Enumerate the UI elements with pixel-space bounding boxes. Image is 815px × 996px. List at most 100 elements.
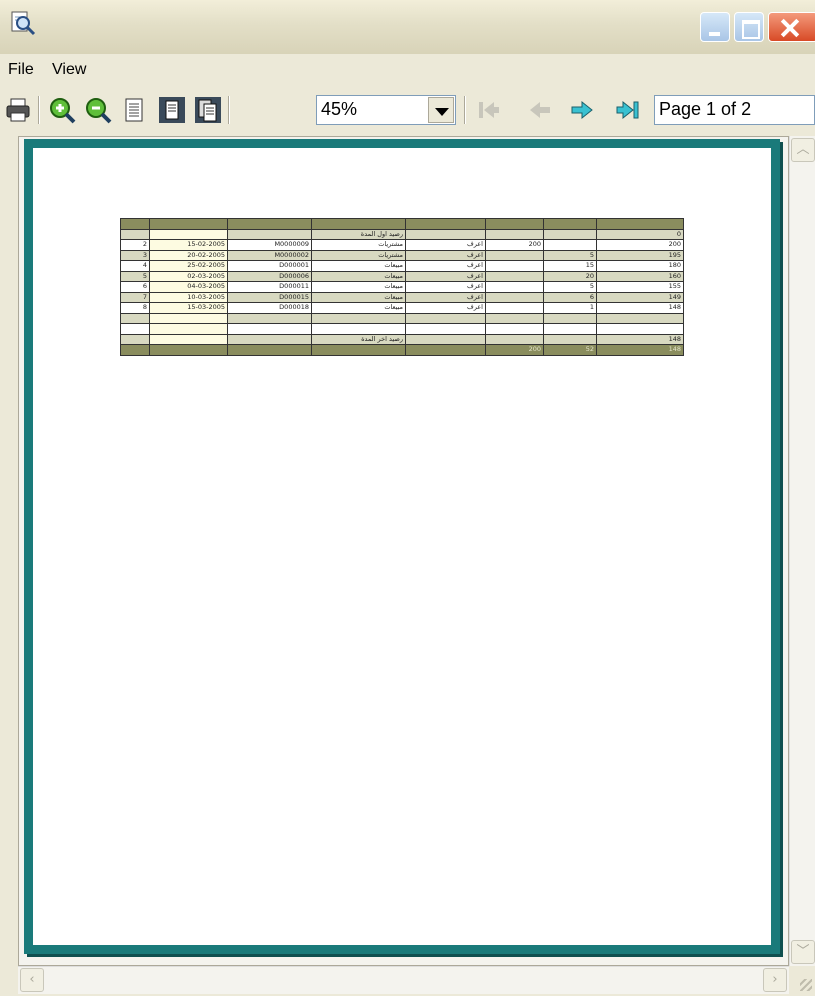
table-cell — [485, 302, 544, 314]
table-cell: 3 — [120, 249, 150, 261]
table-cell — [596, 323, 684, 335]
table-cell — [120, 312, 150, 324]
last-page-icon[interactable] — [614, 96, 642, 124]
table-cell: اعرف — [405, 291, 486, 303]
table-cell: مبيعات — [311, 260, 406, 272]
table-cell — [485, 281, 544, 293]
report-header-cell — [543, 218, 597, 230]
table-cell — [149, 344, 228, 356]
report-table: رصيد اول المدة 0 2 15-02-2005 M0000009 مشتريا… — [120, 218, 684, 356]
next-page-icon[interactable] — [568, 96, 596, 124]
table-cell — [485, 270, 544, 282]
table-cell: رصيد اول المدة — [311, 228, 406, 240]
single-page-icon[interactable] — [158, 96, 186, 124]
table-cell: 20 — [543, 270, 597, 282]
table-cell: اعرف — [405, 281, 486, 293]
printer-icon[interactable] — [4, 96, 32, 124]
table-row: 2 15-02-2005 M0000009 مشتريات اعرف 200 200 — [120, 239, 684, 251]
chevron-up-icon: ︿ — [796, 142, 810, 157]
report-header-cell — [596, 218, 684, 230]
table-row — [120, 312, 684, 324]
table-cell: M0000002 — [227, 249, 312, 261]
table-cell — [543, 239, 597, 251]
chevron-down-icon[interactable] — [428, 97, 454, 123]
table-cell — [543, 312, 597, 324]
report-header-cell — [120, 218, 150, 230]
table-cell: 6 — [120, 281, 150, 293]
scroll-up-button[interactable]: ︿ — [791, 138, 815, 162]
zoom-select[interactable]: 45% — [316, 95, 456, 125]
table-cell: 200 — [596, 239, 684, 251]
zoom-in-icon[interactable] — [48, 96, 76, 124]
print-preview-window: File View 45% Page 1 of 2 رصيد اول المدة… — [0, 0, 815, 996]
table-cell — [485, 333, 544, 345]
table-cell — [405, 312, 486, 324]
table-cell: M0000009 — [227, 239, 312, 251]
table-cell: 200 — [485, 239, 544, 251]
table-cell: مبيعات — [311, 291, 406, 303]
table-row: رصيد اخر المدة 148 — [120, 333, 684, 345]
report-header-cell — [311, 218, 406, 230]
table-cell: 20-02-2005 — [149, 249, 228, 261]
table-cell — [311, 344, 406, 356]
table-cell: 02-03-2005 — [149, 270, 228, 282]
table-cell: 25-02-2005 — [149, 260, 228, 272]
table-cell: اعرف — [405, 239, 486, 251]
table-cell: D000015 — [227, 291, 312, 303]
previous-page-icon[interactable] — [526, 96, 554, 124]
table-cell — [120, 323, 150, 335]
report-header-cell — [405, 218, 486, 230]
horizontal-scrollbar[interactable]: ‹ › — [18, 966, 789, 994]
table-cell: 10-03-2005 — [149, 291, 228, 303]
table-row: 7 10-03-2005 D000015 مبيعات اعرف 6 149 — [120, 291, 684, 303]
zoom-out-icon[interactable] — [84, 96, 112, 124]
table-cell: 2 — [120, 239, 150, 251]
menu-bar: File View — [0, 54, 815, 88]
resize-grip[interactable] — [789, 966, 815, 994]
multi-page-icon[interactable] — [194, 96, 222, 124]
table-cell: 155 — [596, 281, 684, 293]
table-cell: 180 — [596, 260, 684, 272]
maximize-button[interactable] — [734, 12, 764, 42]
table-cell: 5 — [543, 249, 597, 261]
report-body: رصيد اول المدة 0 2 15-02-2005 M0000009 مشتريا… — [120, 228, 684, 356]
table-cell: 6 — [543, 291, 597, 303]
table-row: 3 20-02-2005 M0000002 مشتريات اعرف 5 195 — [120, 249, 684, 261]
table-cell: 7 — [120, 291, 150, 303]
table-cell: 148 — [596, 344, 684, 356]
vertical-scrollbar[interactable]: ︿ ﹀ — [789, 136, 815, 966]
table-cell — [227, 344, 312, 356]
chevron-left-icon: ‹ — [29, 972, 35, 987]
scroll-down-button[interactable]: ﹀ — [791, 940, 815, 964]
table-cell — [227, 333, 312, 345]
table-row: 8 15-03-2005 D000018 مبيعات اعرف 1 148 — [120, 302, 684, 314]
page-icon[interactable] — [120, 96, 148, 124]
table-row: رصيد اول المدة 0 — [120, 228, 684, 240]
table-cell: 4 — [120, 260, 150, 272]
page-indicator[interactable]: Page 1 of 2 — [654, 95, 815, 125]
table-cell — [227, 228, 312, 240]
table-cell — [543, 333, 597, 345]
close-button[interactable] — [768, 12, 815, 42]
scroll-right-button[interactable]: › — [763, 968, 787, 992]
chevron-right-icon: › — [772, 972, 778, 987]
table-cell — [485, 312, 544, 324]
table-cell: D000001 — [227, 260, 312, 272]
table-cell: مبيعات — [311, 281, 406, 293]
menu-view[interactable]: View — [52, 61, 86, 79]
minimize-button[interactable] — [700, 12, 730, 42]
toolbar-separator — [38, 96, 40, 124]
table-cell: D000018 — [227, 302, 312, 314]
table-row: 5 02-03-2005 D000006 مبيعات اعرف 20 160 — [120, 270, 684, 282]
toolbar-separator — [228, 96, 230, 124]
table-cell — [485, 260, 544, 272]
table-cell: 15-02-2005 — [149, 239, 228, 251]
table-cell: مبيعات — [311, 302, 406, 314]
first-page-icon[interactable] — [474, 96, 502, 124]
menu-file[interactable]: File — [8, 61, 34, 79]
table-cell: 5 — [120, 270, 150, 282]
table-cell: 0 — [596, 228, 684, 240]
table-cell: 200 — [485, 344, 544, 356]
scroll-left-button[interactable]: ‹ — [20, 968, 44, 992]
table-cell: 1 — [543, 302, 597, 314]
